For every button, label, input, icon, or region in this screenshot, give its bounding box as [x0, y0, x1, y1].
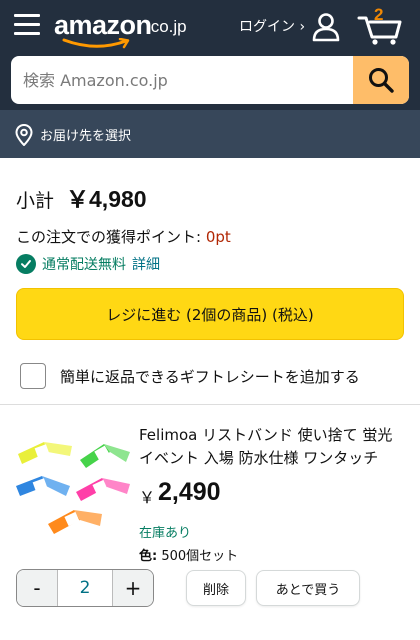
price-value: 2,490	[158, 478, 221, 506]
cart-button[interactable]: 2	[356, 5, 404, 46]
logo-smile-icon	[62, 38, 130, 49]
search-bar	[11, 56, 409, 104]
proceed-to-checkout-button[interactable]: レジに進む (2個の商品) (税込)	[16, 288, 404, 340]
location-pin-icon	[15, 124, 33, 146]
wristband-pink	[76, 478, 130, 501]
variant-value: 500個セット	[157, 549, 239, 564]
quantity-decrease-button[interactable]: -	[17, 570, 57, 606]
points-label: この注文での獲得ポイント:	[16, 228, 206, 246]
section-divider	[0, 404, 420, 405]
variant-label: 色:	[139, 549, 158, 564]
login-link[interactable]: ログイン ›	[239, 16, 305, 36]
search-icon	[369, 68, 394, 93]
product-title[interactable]: Felimoa リストバンド 使い捨て 蛍光 イベント 入場 防水仕様 ワンタッ…	[139, 424, 411, 470]
wristband-green	[80, 444, 130, 468]
shipping-details-link[interactable]: 詳細	[132, 254, 160, 274]
stock-status: 在庫あり	[139, 526, 192, 541]
quantity-stepper: - 2 +	[16, 569, 154, 607]
logo-domain: .co.jp	[146, 17, 187, 36]
wristband-blue	[16, 476, 70, 496]
account-icon[interactable]	[310, 11, 342, 43]
subtotal-label: 小計	[16, 190, 55, 212]
wristband-orange	[48, 510, 102, 534]
product-image[interactable]	[14, 430, 134, 540]
wristband-yellow	[18, 442, 72, 464]
search-button[interactable]	[353, 56, 409, 104]
menu-icon[interactable]	[14, 14, 40, 36]
app-header: amazon .co.jp ログイン › 2 検索 Amazon.co.jp お…	[0, 0, 420, 158]
price-currency: ￥	[139, 490, 156, 507]
product-price: ￥ 2,490	[139, 478, 221, 508]
product-variant: 色: 500個セット	[139, 545, 238, 564]
delete-button[interactable]: 削除	[186, 570, 246, 606]
top-bar: amazon .co.jp ログイン › 2	[0, 0, 420, 52]
delivery-location-bar[interactable]: お届け先を選択	[0, 110, 420, 158]
amazon-logo[interactable]: amazon .co.jp	[54, 10, 194, 50]
shipping-info: 通常配送無料 詳細	[16, 254, 160, 274]
points-value: 0pt	[205, 228, 231, 246]
gift-receipt-label: 簡単に返品できるギフトレシートを追加する	[60, 367, 360, 386]
gift-receipt-checkbox[interactable]	[20, 363, 46, 389]
search-input[interactable]	[11, 56, 353, 104]
free-shipping-text: 通常配送無料	[42, 257, 126, 273]
logo-wordmark: amazon	[54, 10, 152, 40]
quantity-increase-button[interactable]: +	[113, 570, 153, 606]
save-for-later-button[interactable]: あとで買う	[256, 570, 360, 606]
gift-receipt-option[interactable]: 簡単に返品できるギフトレシートを追加する	[20, 363, 360, 389]
points-info: この注文での獲得ポイント: 0pt	[16, 226, 231, 247]
cart-count-badge: 2	[374, 5, 384, 24]
delivery-location-label: お届け先を選択	[40, 129, 132, 144]
check-circle-icon	[16, 254, 36, 274]
quantity-value[interactable]: 2	[57, 570, 113, 606]
subtotal-value: ￥4,980	[66, 186, 147, 212]
subtotal: 小計 ￥4,980	[16, 180, 147, 214]
